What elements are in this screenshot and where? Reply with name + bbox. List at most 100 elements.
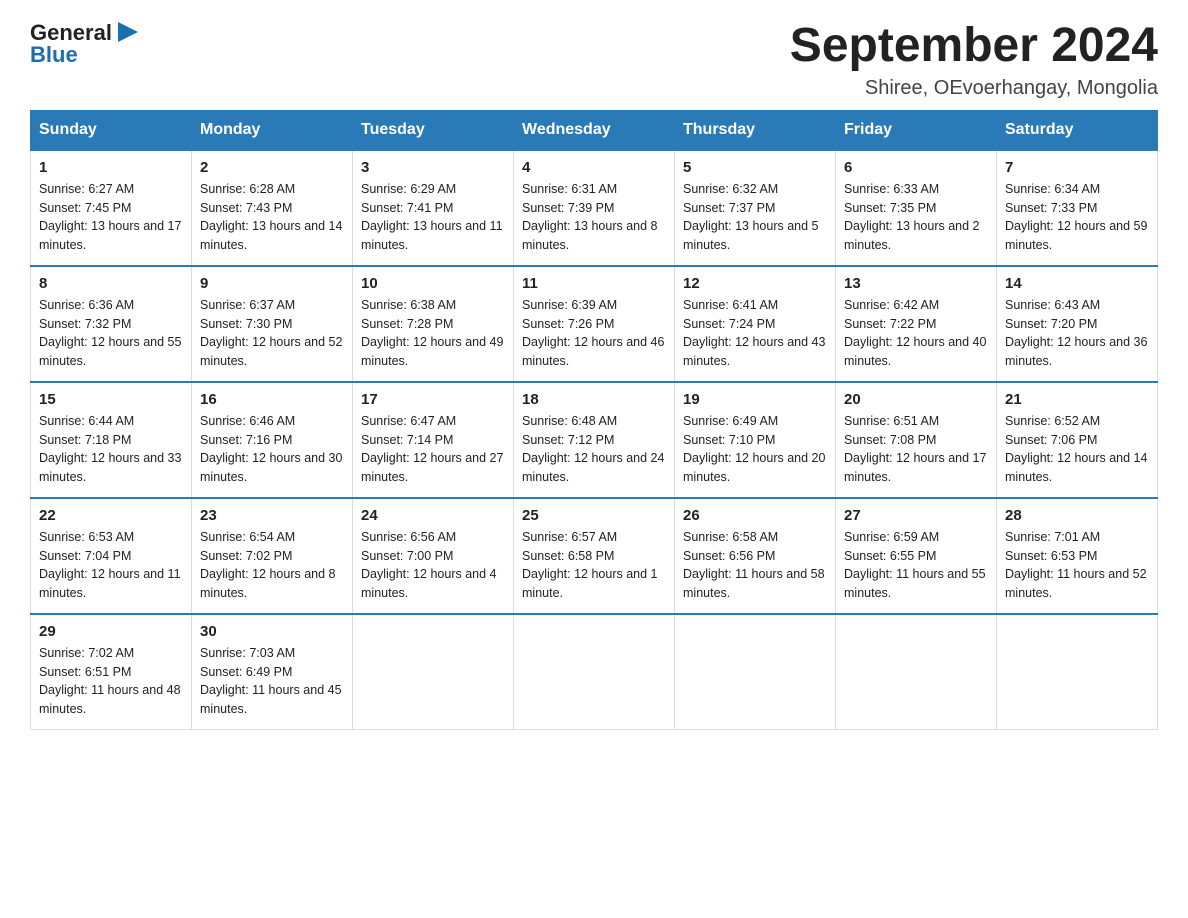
logo-blue-text: Blue [30,42,142,68]
day-info: Sunrise: 6:49 AMSunset: 7:10 PMDaylight:… [683,412,827,487]
table-row [997,614,1158,730]
day-number: 11 [522,275,666,292]
day-number: 20 [844,391,988,408]
table-row: 24 Sunrise: 6:56 AMSunset: 7:00 PMDayligh… [353,498,514,614]
day-number: 23 [200,507,344,524]
table-row: 12 Sunrise: 6:41 AMSunset: 7:24 PMDayligh… [675,266,836,382]
day-number: 18 [522,391,666,408]
day-info: Sunrise: 6:48 AMSunset: 7:12 PMDaylight:… [522,412,666,487]
calendar-header-row: Sunday Monday Tuesday Wednesday Thursday… [31,110,1158,150]
day-number: 17 [361,391,505,408]
day-info: Sunrise: 6:59 AMSunset: 6:55 PMDaylight:… [844,528,988,603]
table-row: 26 Sunrise: 6:58 AMSunset: 6:56 PMDayligh… [675,498,836,614]
table-row: 15 Sunrise: 6:44 AMSunset: 7:18 PMDayligh… [31,382,192,498]
table-row [675,614,836,730]
day-number: 6 [844,159,988,176]
day-number: 27 [844,507,988,524]
table-row: 20 Sunrise: 6:51 AMSunset: 7:08 PMDayligh… [836,382,997,498]
table-row [353,614,514,730]
day-number: 24 [361,507,505,524]
day-number: 22 [39,507,183,524]
day-info: Sunrise: 6:27 AMSunset: 7:45 PMDaylight:… [39,180,183,255]
day-info: Sunrise: 6:39 AMSunset: 7:26 PMDaylight:… [522,296,666,371]
calendar-table: Sunday Monday Tuesday Wednesday Thursday… [30,110,1158,730]
day-number: 30 [200,623,344,640]
table-row [836,614,997,730]
day-info: Sunrise: 6:57 AMSunset: 6:58 PMDaylight:… [522,528,666,603]
table-row: 21 Sunrise: 6:52 AMSunset: 7:06 PMDayligh… [997,382,1158,498]
day-number: 15 [39,391,183,408]
header-friday: Friday [836,110,997,150]
table-row: 19 Sunrise: 6:49 AMSunset: 7:10 PMDayligh… [675,382,836,498]
table-row: 28Sunrise: 7:01 AMSunset: 6:53 PMDayligh… [997,498,1158,614]
table-row: 27 Sunrise: 6:59 AMSunset: 6:55 PMDayligh… [836,498,997,614]
day-info: Sunrise: 6:42 AMSunset: 7:22 PMDaylight:… [844,296,988,371]
table-row: 30Sunrise: 7:03 AMSunset: 6:49 PMDayligh… [192,614,353,730]
table-row: 22Sunrise: 6:53 AMSunset: 7:04 PMDayligh… [31,498,192,614]
day-info: Sunrise: 6:37 AMSunset: 7:30 PMDaylight:… [200,296,344,371]
header-tuesday: Tuesday [353,110,514,150]
day-info: Sunrise: 6:51 AMSunset: 7:08 PMDaylight:… [844,412,988,487]
day-number: 9 [200,275,344,292]
calendar-week-row: 1 Sunrise: 6:27 AMSunset: 7:45 PMDaylight… [31,150,1158,266]
day-info: Sunrise: 6:44 AMSunset: 7:18 PMDaylight:… [39,412,183,487]
day-info: Sunrise: 6:58 AMSunset: 6:56 PMDaylight:… [683,528,827,603]
day-info: Sunrise: 6:46 AMSunset: 7:16 PMDaylight:… [200,412,344,487]
day-number: 8 [39,275,183,292]
table-row: 14 Sunrise: 6:43 AMSunset: 7:20 PMDayligh… [997,266,1158,382]
table-row: 6 Sunrise: 6:33 AMSunset: 7:35 PMDaylight… [836,150,997,266]
day-number: 16 [200,391,344,408]
page-header: General Blue September 2024 Shiree, OEvo… [30,20,1158,100]
day-number: 4 [522,159,666,176]
table-row: 13Sunrise: 6:42 AMSunset: 7:22 PMDayligh… [836,266,997,382]
day-number: 2 [200,159,344,176]
table-row: 29 Sunrise: 7:02 AMSunset: 6:51 PMDayligh… [31,614,192,730]
day-number: 21 [1005,391,1149,408]
day-number: 12 [683,275,827,292]
day-info: Sunrise: 6:28 AMSunset: 7:43 PMDaylight:… [200,180,344,255]
header-sunday: Sunday [31,110,192,150]
day-number: 14 [1005,275,1149,292]
table-row: 23 Sunrise: 6:54 AMSunset: 7:02 PMDayligh… [192,498,353,614]
table-row: 9 Sunrise: 6:37 AMSunset: 7:30 PMDaylight… [192,266,353,382]
logo: General Blue [30,20,142,68]
day-info: Sunrise: 6:32 AMSunset: 7:37 PMDaylight:… [683,180,827,255]
day-info: Sunrise: 6:43 AMSunset: 7:20 PMDaylight:… [1005,296,1149,371]
table-row: 10 Sunrise: 6:38 AMSunset: 7:28 PMDayligh… [353,266,514,382]
location-subtitle: Shiree, OEvoerhangay, Mongolia [790,77,1158,100]
table-row [514,614,675,730]
table-row: 5 Sunrise: 6:32 AMSunset: 7:37 PMDaylight… [675,150,836,266]
table-row: 25 Sunrise: 6:57 AMSunset: 6:58 PMDayligh… [514,498,675,614]
day-number: 26 [683,507,827,524]
day-info: Sunrise: 6:31 AMSunset: 7:39 PMDaylight:… [522,180,666,255]
title-section: September 2024 Shiree, OEvoerhangay, Mon… [790,20,1158,100]
day-number: 1 [39,159,183,176]
table-row: 4 Sunrise: 6:31 AMSunset: 7:39 PMDaylight… [514,150,675,266]
day-info: Sunrise: 6:41 AMSunset: 7:24 PMDaylight:… [683,296,827,371]
header-thursday: Thursday [675,110,836,150]
table-row: 3Sunrise: 6:29 AMSunset: 7:41 PMDaylight… [353,150,514,266]
day-number: 29 [39,623,183,640]
day-number: 5 [683,159,827,176]
table-row: 16 Sunrise: 6:46 AMSunset: 7:16 PMDayligh… [192,382,353,498]
table-row: 18 Sunrise: 6:48 AMSunset: 7:12 PMDayligh… [514,382,675,498]
month-title: September 2024 [790,20,1158,73]
table-row: 7Sunrise: 6:34 AMSunset: 7:33 PMDaylight… [997,150,1158,266]
day-info: Sunrise: 7:02 AMSunset: 6:51 PMDaylight:… [39,644,183,719]
day-number: 19 [683,391,827,408]
table-row: 1 Sunrise: 6:27 AMSunset: 7:45 PMDaylight… [31,150,192,266]
day-info: Sunrise: 6:56 AMSunset: 7:00 PMDaylight:… [361,528,505,603]
header-monday: Monday [192,110,353,150]
day-info: Sunrise: 6:38 AMSunset: 7:28 PMDaylight:… [361,296,505,371]
day-info: Sunrise: 6:47 AMSunset: 7:14 PMDaylight:… [361,412,505,487]
day-info: Sunrise: 6:52 AMSunset: 7:06 PMDaylight:… [1005,412,1149,487]
day-number: 25 [522,507,666,524]
day-info: Sunrise: 6:54 AMSunset: 7:02 PMDaylight:… [200,528,344,603]
day-number: 10 [361,275,505,292]
table-row: 11 Sunrise: 6:39 AMSunset: 7:26 PMDayligh… [514,266,675,382]
day-info: Sunrise: 7:01 AMSunset: 6:53 PMDaylight:… [1005,528,1149,603]
day-info: Sunrise: 6:33 AMSunset: 7:35 PMDaylight:… [844,180,988,255]
day-info: Sunrise: 6:36 AMSunset: 7:32 PMDaylight:… [39,296,183,371]
calendar-week-row: 8 Sunrise: 6:36 AMSunset: 7:32 PMDaylight… [31,266,1158,382]
day-info: Sunrise: 6:29 AMSunset: 7:41 PMDaylight:… [361,180,505,255]
